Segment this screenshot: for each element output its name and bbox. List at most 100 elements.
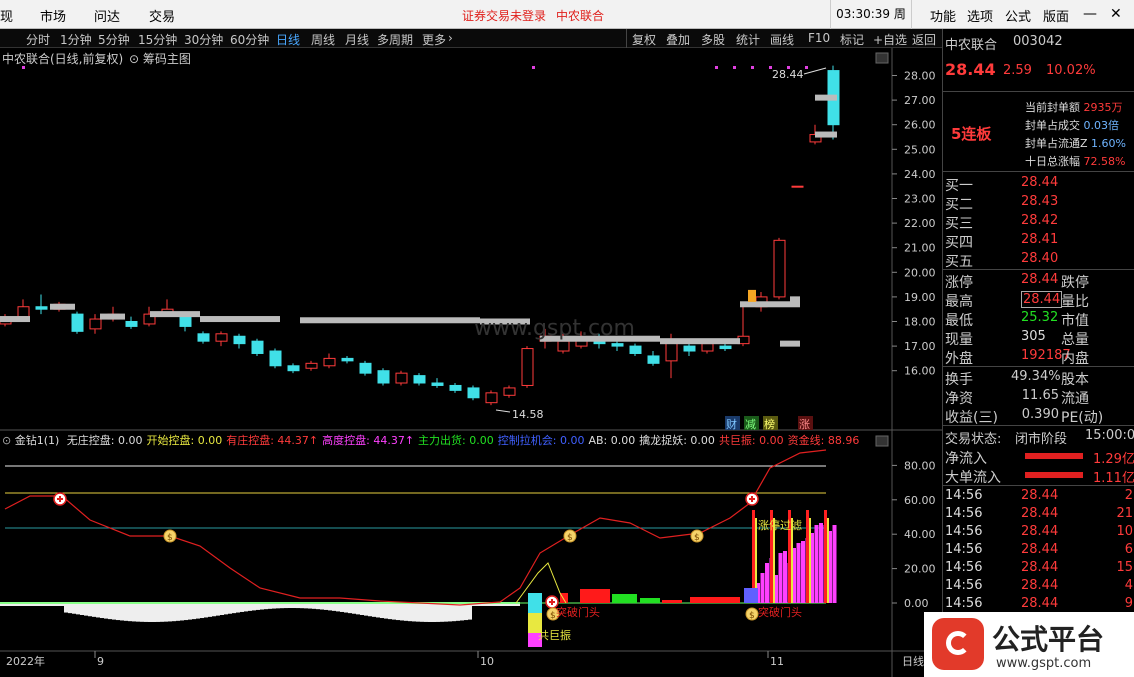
candle	[449, 384, 462, 391]
minimize-icon[interactable]: —	[1083, 6, 1097, 22]
menu-item-layout[interactable]: 版面	[1043, 6, 1069, 25]
chip-bar	[0, 316, 30, 323]
seal-row: 当前封单额 2935万	[1025, 101, 1123, 114]
tick-row[interactable]: 14:56 28.44 10	[943, 523, 1134, 542]
candle	[647, 355, 660, 364]
candle	[215, 333, 228, 342]
candle	[287, 365, 300, 372]
candle	[701, 343, 714, 352]
tab-5min[interactable]: 5分钟	[98, 31, 130, 48]
btn-multi-stock[interactable]: 多股	[701, 31, 725, 48]
indicator-field: 高度控盘: 44.37↑	[322, 434, 415, 447]
svg-text:$: $	[749, 611, 755, 621]
price-tick: 24.00	[904, 168, 936, 181]
tick-row[interactable]: 14:56 28.44 6	[943, 541, 1134, 560]
indicator-tick: 20.00	[904, 563, 936, 576]
indicator-settings-icon[interactable]: ⊙	[2, 434, 11, 447]
menu-bar: 现 市场 问达 交易 证券交易未登录 中农联合 03:30:39 周六 功能 选…	[0, 0, 1134, 50]
tick-row[interactable]: 14:56 28.44 2	[943, 487, 1134, 506]
menu-item-wenda[interactable]: 问达	[94, 6, 120, 25]
tab-daily[interactable]: 日线	[276, 31, 300, 48]
chevron-right-icon[interactable]: ›	[448, 31, 453, 45]
price-tick: 21.00	[904, 242, 936, 255]
tab-more[interactable]: 更多	[422, 31, 446, 48]
candle	[413, 375, 426, 384]
btn-mark[interactable]: 标记	[840, 31, 864, 48]
quote-row: 最低 25.32 市值	[945, 310, 1089, 329]
stock-change-pct: 10.02%	[1046, 63, 1096, 78]
chip-bar	[300, 317, 480, 324]
chip-bar	[780, 340, 800, 347]
seal-row: 封单占流通Z 1.60%	[1025, 137, 1126, 150]
label-breakthrough-1: 突破门头	[556, 605, 600, 619]
btn-draw[interactable]: 画线	[770, 31, 794, 48]
price-tick: 22.00	[904, 217, 936, 230]
candle	[125, 321, 138, 327]
tab-weekly[interactable]: 周线	[311, 31, 335, 48]
clock: 03:30:39 周六	[830, 0, 912, 50]
menu-item-current[interactable]: 现	[0, 6, 13, 25]
order-book-row[interactable]: 买一 28.44	[943, 174, 1134, 194]
kline-chart[interactable]: 28.00 27.00 26.00 25.00 24.00 23.00 22.00 21.00…	[0, 48, 942, 677]
tab-15min[interactable]: 15分钟	[138, 31, 177, 48]
tick-row[interactable]: 14:56 28.44 4	[943, 577, 1134, 596]
brand-url: www.gspt.com	[996, 656, 1092, 671]
quote-panel: 中农联合 003042 28.44 2.59 10.02% 5连板 当前封单额 …	[942, 29, 1134, 677]
candle	[269, 350, 282, 367]
tab-30min[interactable]: 30分钟	[184, 31, 223, 48]
candle	[773, 239, 786, 298]
tab-60min[interactable]: 60分钟	[230, 31, 269, 48]
notice-stock-name: 中农联合	[556, 9, 605, 23]
btn-f10[interactable]: F10	[808, 31, 830, 45]
price-tick: 16.00	[904, 365, 936, 378]
order-book-row[interactable]: 买二 28.43	[943, 193, 1134, 213]
btn-back[interactable]: 返回	[912, 31, 936, 48]
tick-row[interactable]: 14:56 28.44 21	[943, 505, 1134, 524]
btn-overlay[interactable]: 叠加	[666, 31, 690, 48]
indicator-tick: 40.00	[904, 528, 936, 541]
menu-item-formula[interactable]: 公式	[1005, 6, 1031, 25]
candle	[251, 340, 264, 354]
tick-row[interactable]: 14:56 28.44 15	[943, 559, 1134, 578]
trade-status-time: 15:00:0	[1085, 428, 1134, 443]
stock-code: 003042	[1013, 34, 1063, 49]
tab-timeshare[interactable]: 分时	[26, 31, 50, 48]
candle	[341, 357, 354, 362]
chart-area[interactable]: 中农联合(日线,前复权) ⊙ 筹码主图 28.00 27.00 26.00 25.00…	[0, 48, 942, 677]
candle	[35, 306, 48, 310]
candle	[395, 372, 408, 384]
marker-reduce[interactable]: 减	[745, 418, 756, 431]
price-tick: 19.00	[904, 291, 936, 304]
indicator-field: 有庄控盘: 44.37↑	[226, 434, 319, 447]
candle	[17, 306, 30, 318]
limit-up-streak: 5连板	[951, 125, 992, 143]
menu-item-options[interactable]: 选项	[967, 6, 993, 25]
order-book-row[interactable]: 买四 28.41	[943, 231, 1134, 251]
x-label-year: 2022年	[6, 654, 45, 668]
btn-add-watchlist[interactable]: +自选	[873, 31, 907, 48]
indicator-field: 主力出货: 0.00	[418, 434, 494, 447]
marker-limit-up[interactable]: 涨	[799, 418, 810, 431]
order-book-row[interactable]: 买三 28.42	[943, 212, 1134, 232]
close-icon[interactable]: ✕	[1110, 6, 1122, 22]
order-book-row[interactable]: 买五 28.40	[943, 250, 1134, 270]
menu-item-trade[interactable]: 交易	[149, 6, 175, 25]
tab-monthly[interactable]: 月线	[345, 31, 369, 48]
stock-price: 28.44	[945, 60, 996, 79]
x-label-sep: 9	[97, 655, 104, 668]
menu-item-function[interactable]: 功能	[930, 6, 956, 25]
tab-multi-period[interactable]: 多周期	[377, 31, 413, 48]
btn-statistics[interactable]: 统计	[736, 31, 760, 48]
menu-item-market[interactable]: 市场	[40, 6, 66, 25]
login-notice[interactable]: 证券交易未登录	[462, 7, 546, 24]
btn-restore-rights[interactable]: 复权	[632, 31, 656, 48]
marker-finance[interactable]: 财	[726, 417, 737, 431]
x-axis-period: 日线	[902, 654, 924, 668]
tab-1min[interactable]: 1分钟	[60, 31, 92, 48]
high-price-label: 28.44	[772, 68, 804, 81]
candle	[611, 343, 624, 347]
flow-row: 净流入 1.29亿	[945, 451, 1134, 467]
indicator-tick: 60.00	[904, 494, 936, 507]
quote-row: 最高 28.44 量比	[945, 291, 1089, 310]
marker-board[interactable]: 榜	[764, 417, 775, 431]
